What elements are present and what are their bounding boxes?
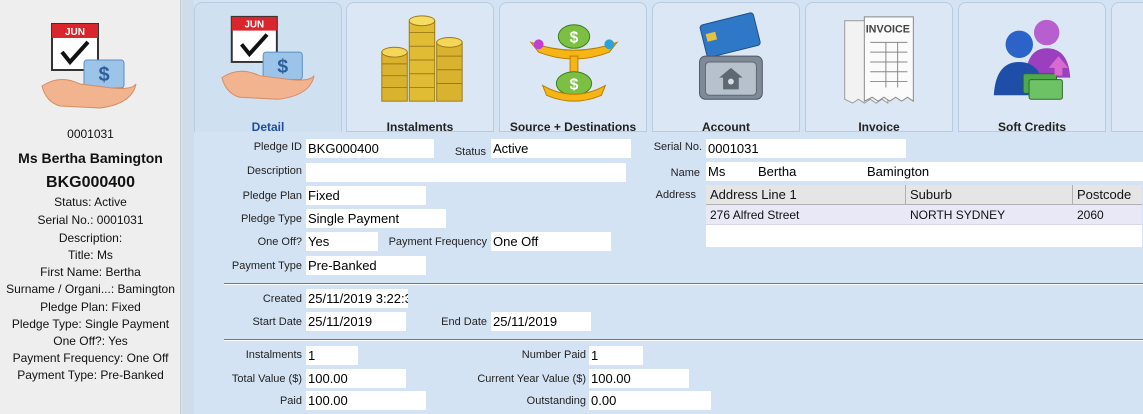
summary-line: Payment Frequency: One Off bbox=[12, 351, 169, 365]
payment-type-field[interactable]: Pre-Banked bbox=[306, 256, 426, 275]
outstanding-field[interactable]: 0.00 bbox=[589, 391, 711, 410]
status-field[interactable]: Active bbox=[491, 139, 631, 158]
pledge-type-field[interactable]: Single Payment bbox=[306, 209, 446, 228]
name-first: Bertha bbox=[758, 164, 797, 179]
coin-stacks-icon bbox=[381, 15, 463, 102]
summary-line: First Name: Bertha bbox=[40, 265, 141, 279]
payment-type-label: Payment Type bbox=[231, 260, 302, 272]
address-column-header[interactable]: Postcode bbox=[1073, 185, 1142, 205]
tab-invoice[interactable]: INVOICE Invoice bbox=[805, 2, 953, 134]
current-year-value-label: Current Year Value ($) bbox=[477, 373, 586, 385]
payment-frequency-field[interactable]: One Off bbox=[491, 232, 611, 251]
summary-line: Pledge Plan: Fixed bbox=[40, 300, 141, 314]
description-field[interactable] bbox=[306, 163, 626, 182]
summary-pledge-id: BKG000400 bbox=[46, 174, 135, 191]
tab-more[interactable] bbox=[1111, 2, 1143, 132]
status-label: Status bbox=[454, 146, 486, 158]
paid-label: Paid bbox=[279, 395, 302, 407]
outstanding-label: Outstanding bbox=[526, 395, 586, 407]
summary-line: Serial No.: 0001031 bbox=[37, 213, 144, 227]
start-date-label: Start Date bbox=[252, 316, 302, 328]
svg-text:$: $ bbox=[277, 56, 288, 78]
paid-field[interactable]: 100.00 bbox=[306, 391, 426, 410]
address-line-cell[interactable]: 276 Alfred Street bbox=[706, 205, 906, 225]
summary-line: One Off?: Yes bbox=[53, 334, 128, 348]
panel-separator bbox=[182, 0, 194, 414]
svg-text:$: $ bbox=[98, 64, 109, 86]
created-label: Created bbox=[262, 293, 302, 305]
address-postcode-cell[interactable]: 2060 bbox=[1073, 205, 1142, 225]
one-off-field[interactable]: Yes bbox=[306, 232, 378, 251]
address-column-header[interactable]: Suburb bbox=[906, 185, 1073, 205]
svg-text:JUN: JUN bbox=[65, 27, 85, 38]
summary-line: Status: Active bbox=[54, 195, 127, 209]
svg-text:JUN: JUN bbox=[244, 20, 264, 31]
tab-account[interactable]: Account bbox=[652, 2, 800, 134]
name-last: Bamington bbox=[867, 164, 930, 179]
calendar-money-hand-icon: JUN $ bbox=[41, 23, 137, 109]
address-column-header[interactable]: Address Line 1 bbox=[706, 185, 906, 205]
instalments-label: Instalments bbox=[245, 349, 302, 361]
summary-line: Payment Type: Pre-Banked bbox=[17, 368, 164, 382]
number-paid-field[interactable]: 1 bbox=[589, 346, 643, 365]
current-year-value-field[interactable]: 100.00 bbox=[589, 369, 689, 388]
end-date-field[interactable]: 25/11/2019 bbox=[491, 312, 591, 331]
name-label: Name bbox=[670, 167, 700, 179]
invoice-icon: INVOICE bbox=[844, 16, 914, 105]
serial-no-field[interactable]: 0001031 bbox=[706, 139, 906, 158]
section-divider bbox=[224, 339, 1143, 341]
money-scale-icon: $ $ bbox=[529, 24, 619, 102]
svg-text:INVOICE: INVOICE bbox=[866, 24, 910, 36]
address-label: Address bbox=[655, 189, 696, 201]
summary-name: Ms Bertha Bamington bbox=[18, 150, 163, 166]
created-field[interactable]: 25/11/2019 3:22:3 bbox=[306, 289, 408, 308]
section-divider bbox=[224, 283, 1143, 285]
pledge-type-label: Pledge Type bbox=[241, 213, 302, 225]
tab-soft-credits[interactable]: Soft Credits bbox=[958, 2, 1106, 134]
name-field[interactable]: Ms Bertha Bamington bbox=[706, 162, 1143, 181]
summary-line: Pledge Type: Single Payment bbox=[11, 317, 170, 331]
total-value-label: Total Value ($) bbox=[231, 373, 302, 385]
instalments-field[interactable]: 1 bbox=[306, 346, 358, 365]
name-title: Ms bbox=[708, 164, 726, 179]
tab-source-destinations[interactable]: $ $ Source + Destinations bbox=[499, 2, 647, 134]
bank-safe-icon bbox=[699, 12, 763, 100]
pledge-id-field[interactable]: BKG000400 bbox=[306, 139, 434, 158]
calendar-money-hand-icon: JUN $ bbox=[221, 15, 315, 100]
start-date-field[interactable]: 25/11/2019 bbox=[306, 312, 406, 331]
summary-line: Surname / Organi...: Bamington bbox=[6, 282, 175, 296]
svg-text:$: $ bbox=[570, 29, 579, 46]
summary-line: Title: Ms bbox=[68, 248, 113, 262]
summary-line: Description: bbox=[58, 231, 123, 245]
summary-serial: 0001031 bbox=[67, 127, 114, 141]
serial-no-label: Serial No. bbox=[653, 141, 702, 153]
description-label: Description bbox=[246, 165, 302, 177]
tab-detail[interactable]: JUN $ Detail bbox=[194, 2, 342, 134]
payment-frequency-label: Payment Frequency bbox=[388, 236, 487, 248]
pledge-plan-field[interactable]: Fixed bbox=[306, 186, 426, 205]
pledge-plan-label: Pledge Plan bbox=[242, 190, 302, 202]
summary-panel: JUN $ 0001031 Ms Bertha Bamington BKG000… bbox=[0, 0, 181, 414]
total-value-field[interactable]: 100.00 bbox=[306, 369, 406, 388]
number-paid-label: Number Paid bbox=[521, 349, 586, 361]
one-off-label: One Off? bbox=[257, 236, 302, 248]
end-date-label: End Date bbox=[441, 316, 487, 328]
address-grid[interactable]: Address Line 1 Suburb Postcode 276 Alfre… bbox=[706, 185, 1142, 247]
pledge-id-label: Pledge ID bbox=[253, 141, 302, 153]
tab-instalments[interactable]: Instalments bbox=[346, 2, 494, 134]
people-credit-icon bbox=[993, 19, 1071, 100]
svg-text:$: $ bbox=[570, 76, 579, 93]
address-suburb-cell[interactable]: NORTH SYDNEY bbox=[906, 205, 1073, 225]
